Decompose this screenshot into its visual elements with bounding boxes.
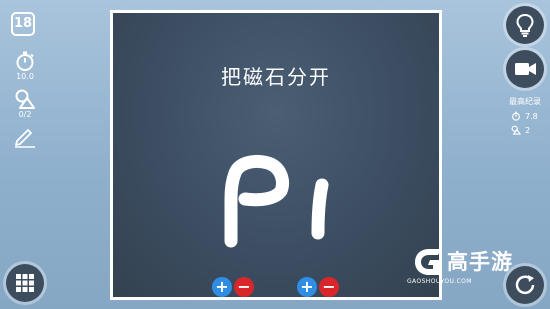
video-camera-icon[interactable] — [506, 50, 544, 88]
watermark-domain: GAOSHOUYOU.COM — [407, 278, 472, 285]
game-board: 把磁石分开 + − + − — [110, 10, 442, 300]
records-title: 最高纪录 — [509, 97, 541, 106]
gaoshouyou-logo-icon — [415, 249, 441, 275]
magnet-shape-left — [224, 154, 289, 248]
game-canvas[interactable]: 把磁石分开 + − + − — [113, 13, 439, 297]
level-menu-button[interactable] — [6, 264, 44, 302]
magnet-shape-right — [311, 178, 329, 240]
timer-value: 10.0 — [16, 72, 34, 81]
grid-menu-icon[interactable] — [6, 264, 44, 302]
timer-stat: 10.0 — [10, 50, 40, 82]
hint-button[interactable] — [506, 6, 544, 44]
shapes-stat: 0/2 — [10, 88, 40, 120]
watermark-name: 高手游 — [447, 250, 513, 274]
magnet2-add-button[interactable]: + — [297, 277, 317, 297]
pencil-icon[interactable] — [13, 126, 37, 148]
stopwatch-icon — [512, 111, 520, 121]
magnet1-remove-button[interactable]: − — [234, 277, 254, 297]
record-time: 7.8 — [525, 111, 538, 121]
draw-tool[interactable] — [10, 126, 40, 148]
magnet2-remove-button[interactable]: − — [319, 277, 339, 297]
magnet1-add-button[interactable]: + — [212, 277, 232, 297]
lightbulb-icon[interactable] — [506, 6, 544, 44]
level-badge: 18 — [11, 12, 35, 36]
shapes-value: 0/2 — [18, 110, 32, 119]
record-shapes-row: 2 — [511, 125, 550, 135]
watermark-logo: 高手游 GAOSHOUYOU.COM — [405, 246, 550, 290]
record-shapes: 2 — [525, 125, 531, 135]
shapes-icon — [511, 125, 521, 135]
stopwatch-icon — [16, 51, 34, 71]
shapes-icon — [15, 89, 35, 109]
best-records: 最高纪录 7.8 2 — [500, 96, 550, 135]
video-button[interactable] — [506, 50, 544, 88]
record-time-row: 7.8 — [511, 111, 550, 121]
magnet-drawings — [224, 154, 329, 248]
